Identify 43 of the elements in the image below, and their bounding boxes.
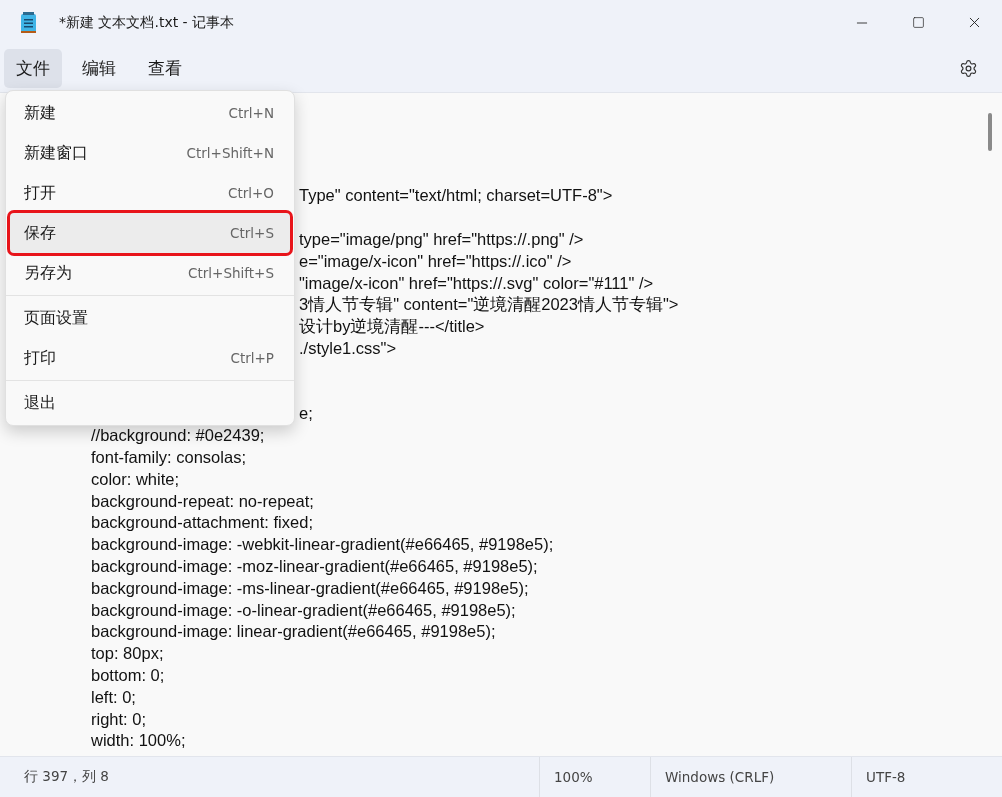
code-line: e="image/x-icon" href="https://.ico" /> [299,250,572,272]
code-line: background-image: linear-gradient(#e66465, #9198e5); [91,621,496,643]
line-ending: Windows (CRLF) [650,757,851,797]
menu-bar-item[interactable]: 编辑 [70,49,128,88]
code-line: left: 0; [91,686,136,708]
code-line: type="image/png" href="https://.png" /> [299,229,584,250]
cursor-position: 行 397，列 8 [23,768,110,786]
menu-item[interactable]: 新建 Ctrl+N [10,93,290,133]
code-line: bottom: 0; [91,664,165,686]
code-line: right: 0; [91,708,147,730]
code-line: top: 80px; [91,643,164,664]
code-line: e; [299,403,313,425]
code-line: background-repeat: no-repeat; [91,490,314,512]
menu-item[interactable]: 打印 Ctrl+P [10,338,290,378]
code-line: "image/x-icon" href="https://.svg" color="#111" /> [299,272,654,294]
maximize-icon[interactable] [911,16,925,29]
code-line: ./style1.css"> [299,337,397,359]
code-line: background-image: -webkit-linear-gradient(#e66465, #9198e5); [91,534,554,555]
menu-bar-item[interactable]: 查看 [136,49,194,88]
menu-item[interactable]: 另存为 Ctrl+Shift+S [10,253,290,293]
notepad-icon [20,11,37,34]
code-line: width: 100%; [91,730,186,752]
code-line: 设计by逆境清醒---</title> [299,316,485,337]
zoom-level: 100% [539,757,650,797]
code-line: 3情人节专辑" content="逆境清醒2023情人节专辑"> [299,294,679,316]
menu-item[interactable]: 保存 Ctrl+S [10,213,290,253]
code-line: Type" content="text/html; charset=UTF-8"> [299,185,613,207]
code-line: background-image: -o-linear-gradient(#e66465, #9198e5); [91,599,516,621]
code-line: background-image: -moz-linear-gradient(#e66465, #9198e5); [91,555,538,577]
scrollbar-thumb[interactable] [988,113,992,151]
menu-item[interactable]: 打开 Ctrl+O [10,173,290,213]
encoding: UTF-8 [851,757,1002,797]
code-line: color: white; [91,468,180,490]
code-line: font-family: consolas; [91,446,246,468]
menu-item[interactable]: 退出 [10,383,290,423]
code-line: //background: #0e2439; [91,425,265,446]
menu-item[interactable]: 新建窗口 Ctrl+Shift+N [10,133,290,173]
code-line: background-attachment: fixed; [91,512,313,534]
menu-item[interactable]: 页面设置 [10,298,290,338]
menu-bar-item[interactable]: 文件 [4,49,62,88]
window-title: *新建 文本文档.txt - 记事本 [59,13,236,32]
settings-icon[interactable] [959,59,978,78]
code-line: background-image: -ms-linear-gradient(#e66465, #9198e5); [91,577,529,599]
